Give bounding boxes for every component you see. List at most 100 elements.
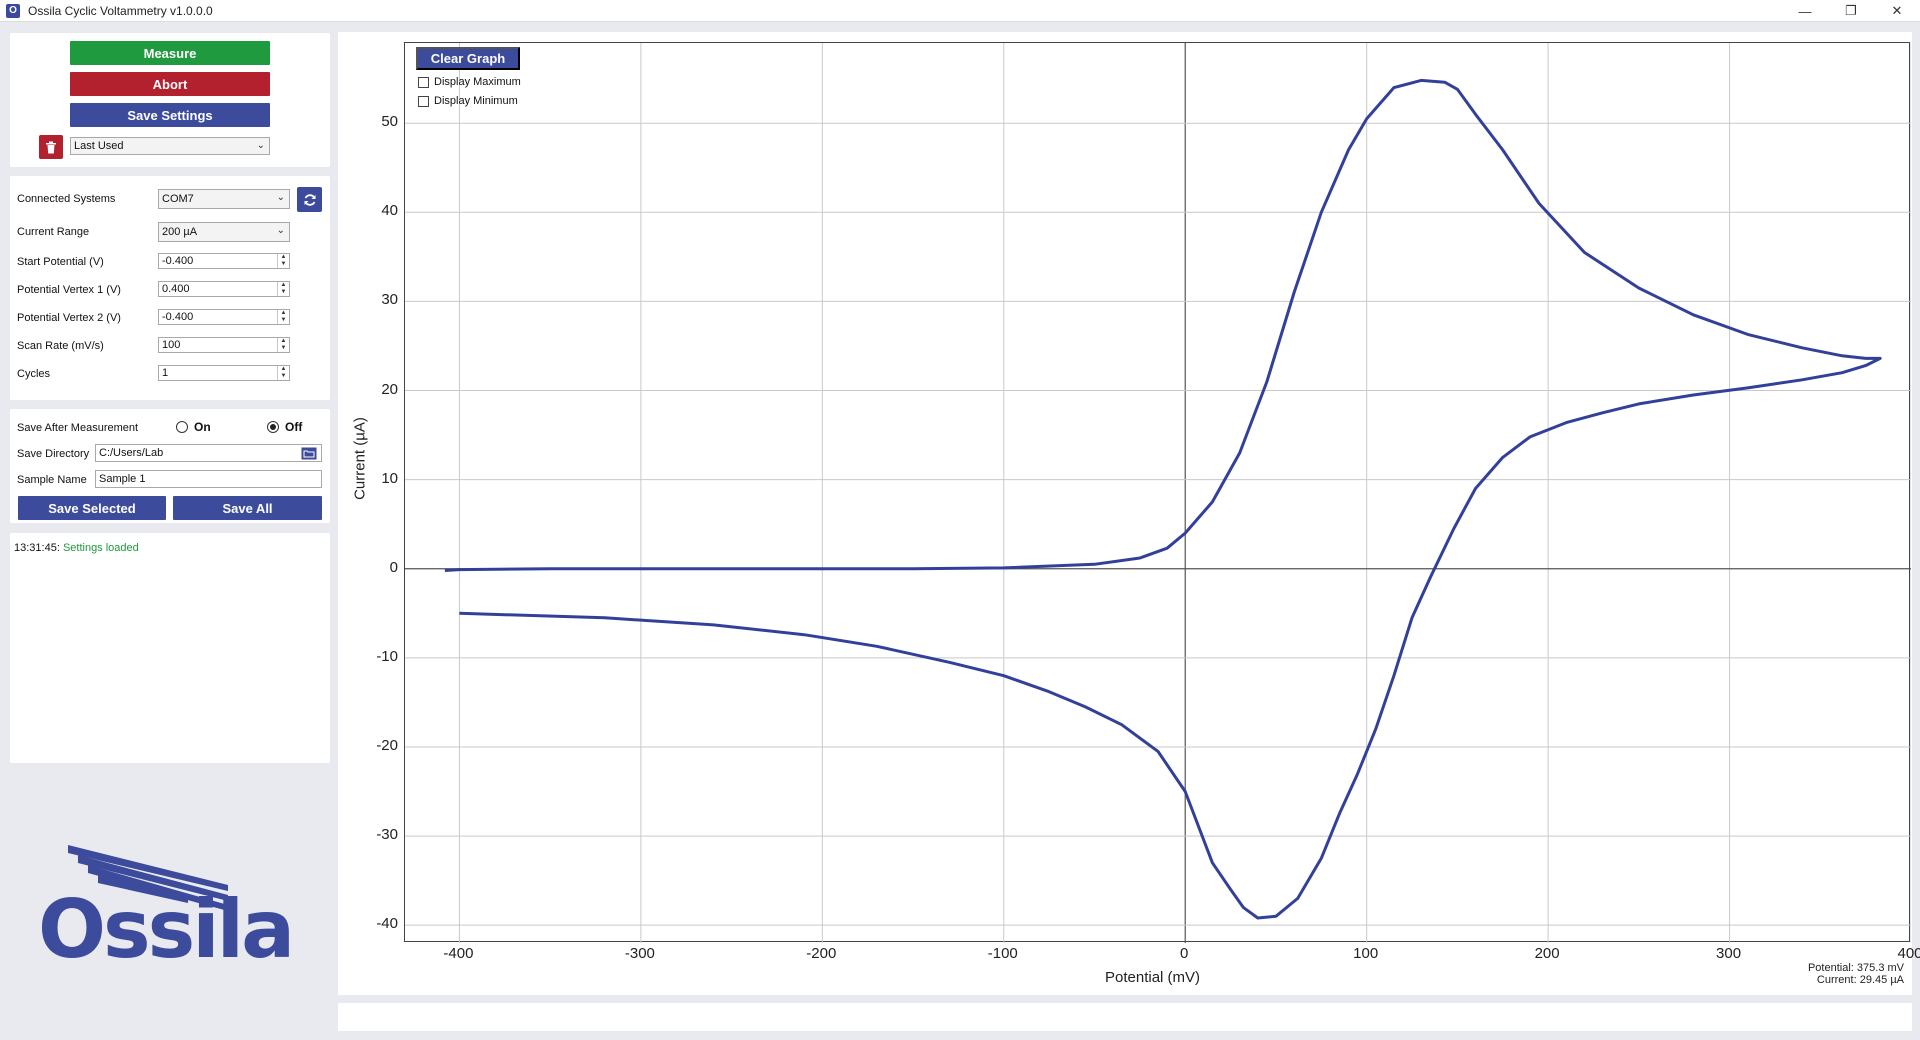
x-axis-title: Potential (mV) [1105, 969, 1201, 986]
readout-potential: Potential: 375.3 mV [1780, 962, 1904, 974]
x-tick-label: 0 [1180, 945, 1189, 962]
chevron-down-icon: ⌄ [256, 140, 265, 151]
current-range-select[interactable]: 200 µA ⌄ [158, 222, 290, 242]
save-directory-label: Save Directory [17, 448, 90, 460]
window-title: Ossila Cyclic Voltammetry v1.0.0.0 [28, 3, 213, 18]
chevron-down-icon: ⌄ [276, 192, 285, 203]
save-on-label: On [194, 420, 211, 434]
log-time: 13:31:45: [14, 542, 60, 554]
spin-arrows-icon[interactable]: ▲ ▼ [277, 366, 289, 380]
spin-arrows-icon[interactable]: ▲ ▼ [277, 254, 289, 268]
sample-name-input[interactable]: Sample 1 [95, 470, 322, 488]
y-tick-label: 50 [381, 113, 398, 131]
status-bar [338, 1003, 1912, 1031]
vertex1-value: 0.400 [162, 283, 190, 295]
connected-systems-select[interactable]: COM7 ⌄ [158, 189, 290, 209]
radio-circle-icon [267, 421, 279, 433]
checkbox-icon [418, 76, 429, 88]
scan-rate-value: 100 [162, 339, 181, 351]
save-off-radio[interactable]: Off [267, 420, 302, 434]
display-maximum-checkbox[interactable]: Display Maximum [418, 76, 521, 88]
title-bar: O Ossila Cyclic Voltammetry v1.0.0.0 — ❐… [0, 0, 1920, 22]
y-tick-label: 40 [381, 202, 398, 220]
readout-potential-label: Potential: [1807, 962, 1854, 974]
scan-rate-input[interactable]: 100 ▲ ▼ [158, 337, 290, 353]
checkbox-icon [418, 95, 429, 107]
vertex1-label: Potential Vertex 1 (V) [17, 284, 121, 296]
save-directory-value: C:/Users/Lab [99, 447, 164, 459]
minimize-button[interactable]: — [1782, 0, 1828, 22]
y-axis-title: Current (µA) [351, 417, 369, 500]
display-maximum-label: Display Maximum [434, 76, 521, 88]
x-tick-label: -400 [443, 945, 474, 962]
folder-icon[interactable] [301, 447, 317, 460]
clear-graph-button[interactable]: Clear Graph [416, 47, 520, 70]
save-settings-button[interactable]: Save Settings [70, 103, 270, 127]
save-selected-button[interactable]: Save Selected [18, 496, 166, 520]
spin-arrows-icon[interactable]: ▲ ▼ [277, 310, 289, 324]
current-range-value: 200 µA [162, 226, 198, 238]
readout-potential-value: 375.3 [1856, 962, 1885, 974]
vertex2-input[interactable]: -0.400 ▲ ▼ [158, 309, 290, 325]
logo-graphic: Ossila [38, 845, 295, 976]
preset-select[interactable]: Last Used ⌄ [70, 137, 270, 155]
y-tick-label: -40 [376, 915, 398, 933]
readout-potential-unit: mV [1887, 962, 1905, 974]
delete-preset-button[interactable] [39, 135, 63, 159]
log-entry: 13:31:45: Settings loaded [14, 542, 139, 554]
cycles-label: Cycles [17, 368, 51, 380]
connected-systems-label: Connected Systems [17, 193, 116, 205]
save-directory-input[interactable]: C:/Users/Lab [95, 444, 322, 462]
save-on-radio[interactable]: On [176, 420, 211, 434]
abort-button[interactable]: Abort [70, 72, 270, 96]
start-potential-label: Start Potential (V) [17, 256, 104, 268]
plot-area [404, 42, 1911, 943]
y-tick-label: -20 [376, 736, 398, 754]
cv-plot [405, 43, 1911, 943]
save-off-label: Off [285, 420, 303, 434]
save-all-button[interactable]: Save All [173, 496, 322, 520]
log-message: Settings loaded [62, 542, 139, 554]
readout-current: Current: 29.45 µA [1780, 974, 1904, 986]
cursor-readout: Potential: 375.3 mV Current: 29.45 µA [1780, 962, 1904, 986]
refresh-button[interactable] [297, 187, 322, 212]
readout-current-label: Current: [1816, 974, 1857, 986]
cycles-input[interactable]: 1 ▲ ▼ [158, 365, 290, 381]
vertex2-value: -0.400 [162, 311, 194, 323]
radio-circle-icon [176, 421, 188, 433]
app-icon: O [6, 3, 20, 18]
spin-arrows-icon[interactable]: ▲ ▼ [277, 282, 289, 296]
chevron-down-icon: ⌄ [276, 225, 285, 236]
scan-rate-label: Scan Rate (mV/s) [17, 340, 104, 352]
start-potential-value: -0.400 [162, 255, 194, 267]
cv-trace-line [444, 78, 1882, 920]
x-tick-label: 300 [1716, 945, 1742, 962]
x-tick-label: -200 [806, 945, 837, 962]
connected-systems-value: COM7 [162, 193, 194, 205]
refresh-icon [304, 193, 315, 206]
x-tick-label: -300 [624, 945, 655, 962]
restore-button[interactable]: ❐ [1828, 0, 1874, 22]
readout-current-value: 29.45 [1859, 974, 1888, 986]
vertex1-input[interactable]: 0.400 ▲ ▼ [158, 281, 290, 297]
display-minimum-label: Display Minimum [434, 95, 518, 107]
x-tick-label: 200 [1534, 945, 1560, 962]
save-after-label: Save After Measurement [17, 422, 139, 434]
ossila-logo: Ossila [38, 845, 302, 976]
x-tick-label: 100 [1353, 945, 1379, 962]
y-tick-label: 20 [381, 380, 398, 398]
current-range-label: Current Range [17, 226, 90, 238]
spin-arrows-icon[interactable]: ▲ ▼ [277, 338, 289, 352]
display-minimum-checkbox[interactable]: Display Minimum [418, 95, 518, 107]
y-tick-label: -10 [376, 647, 398, 665]
trash-icon [46, 141, 56, 153]
start-potential-input[interactable]: -0.400 ▲ ▼ [158, 253, 290, 269]
preset-value: Last Used [74, 140, 124, 152]
measure-button[interactable]: Measure [70, 41, 270, 65]
vertex2-label: Potential Vertex 2 (V) [17, 312, 121, 324]
close-button[interactable]: ✕ [1874, 0, 1920, 22]
y-tick-label: -30 [376, 826, 398, 844]
x-tick-label: 400 [1897, 945, 1920, 962]
window-controls: — ❐ ✕ [1782, 0, 1920, 22]
logo-text: Ossila [38, 883, 292, 960]
